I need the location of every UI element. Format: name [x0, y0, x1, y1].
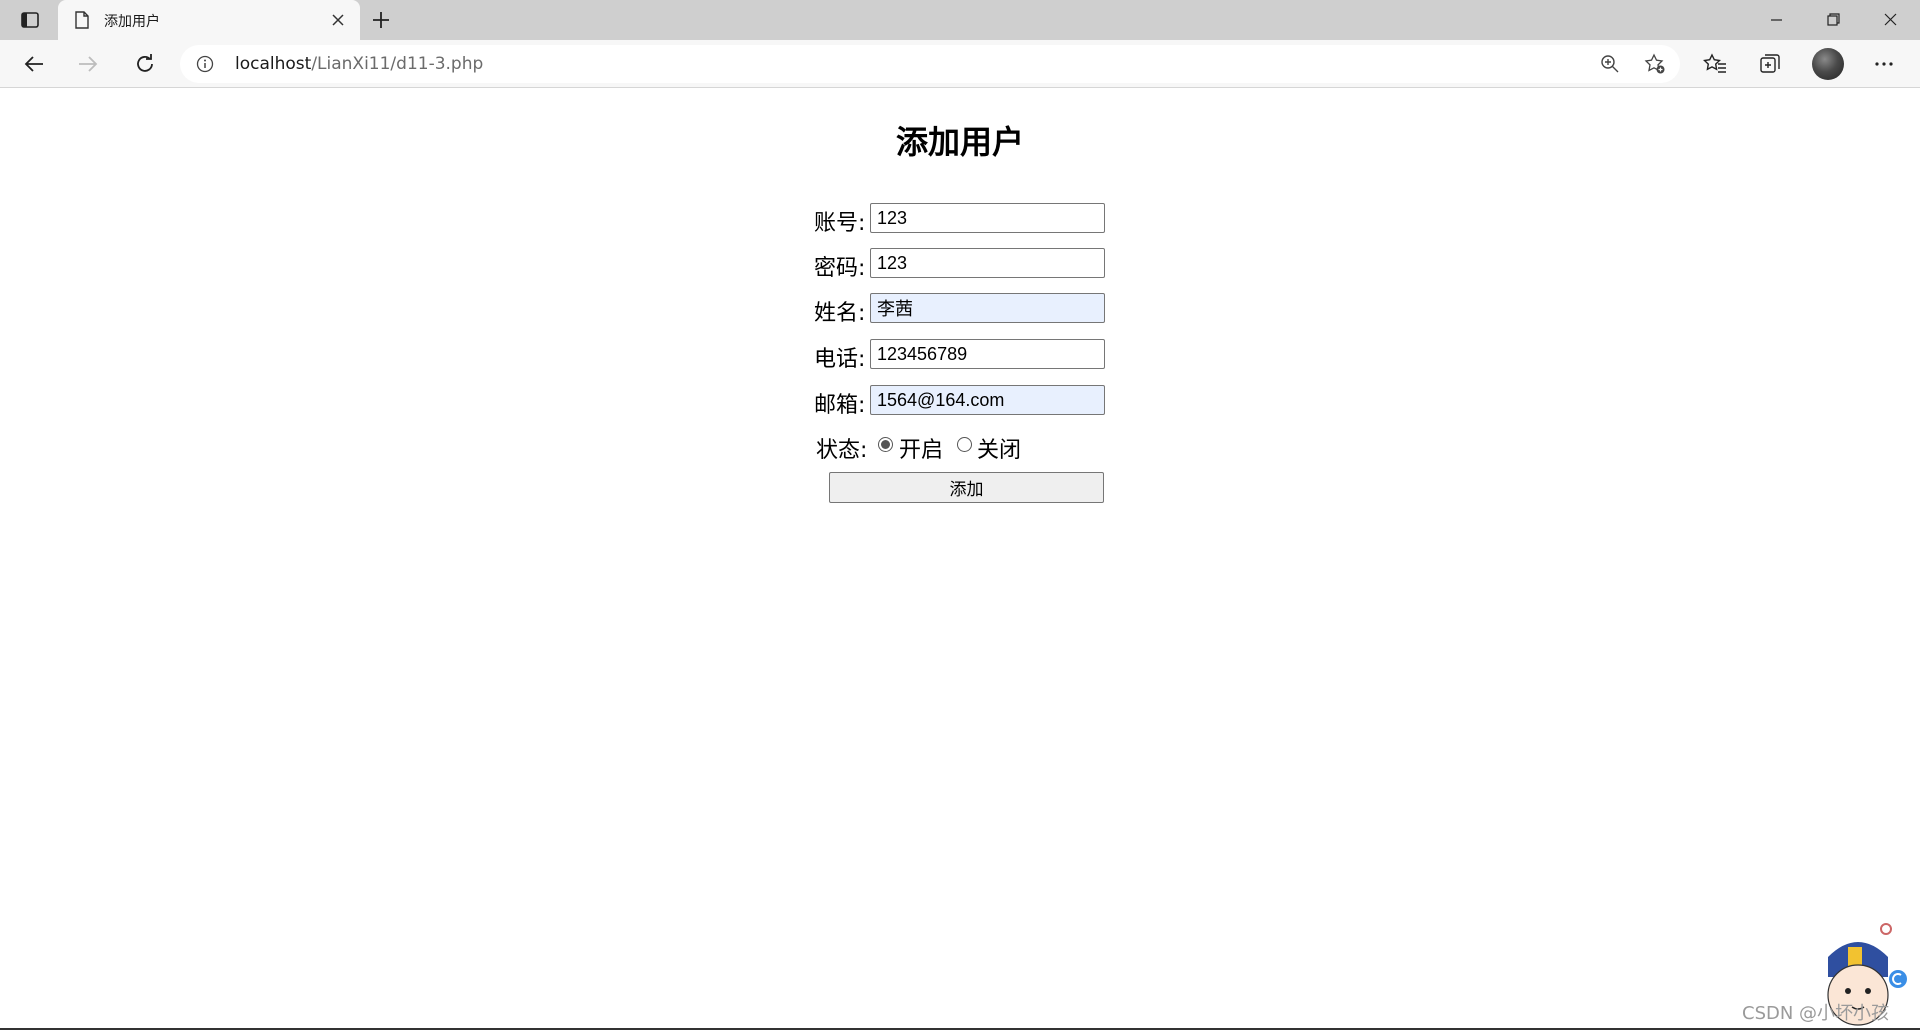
tab-actions-icon[interactable]: [14, 6, 46, 34]
status-label: 状态:: [816, 438, 868, 463]
password-label: 密码:: [814, 256, 866, 281]
name-input[interactable]: [870, 293, 1105, 323]
info-icon[interactable]: [196, 55, 214, 73]
star-plus-icon[interactable]: [1644, 53, 1666, 75]
zoom-in-icon[interactable]: [1600, 54, 1620, 74]
url-host: localhost: [235, 54, 312, 74]
status-open-radio[interactable]: [878, 437, 893, 452]
password-row: 密码:: [800, 246, 1120, 281]
plus-icon[interactable]: [368, 7, 394, 33]
phone-row: 电话:: [800, 337, 1120, 372]
email-row: 邮箱:: [800, 383, 1120, 418]
window-close-icon[interactable]: [1870, 6, 1910, 34]
ellipsis-icon[interactable]: [1872, 52, 1896, 76]
status-row: 状态: 开启 关闭: [800, 428, 1120, 463]
arrow-left-icon[interactable]: [18, 48, 50, 80]
account-input[interactable]: [870, 203, 1105, 233]
phone-label: 电话:: [814, 347, 866, 372]
favorites-icon[interactable]: [1703, 52, 1727, 76]
restore-icon[interactable]: [1813, 6, 1853, 34]
url-path: /LianXi11/d11-3.php: [311, 54, 484, 74]
browser-tab[interactable]: 添加用户: [58, 0, 360, 40]
status-close-radio[interactable]: [957, 437, 972, 452]
add-button[interactable]: 添加: [829, 472, 1104, 503]
collections-icon[interactable]: [1758, 52, 1782, 76]
arrow-right-icon[interactable]: [72, 48, 104, 80]
status-close-label[interactable]: 关闭: [977, 432, 1021, 464]
reload-icon[interactable]: [129, 48, 161, 80]
address-bar[interactable]: localhost/LianXi11/d11-3.php: [180, 45, 1680, 83]
tab-strip: 添加用户: [0, 0, 1920, 40]
account-row: 账号:: [800, 201, 1120, 236]
password-input[interactable]: [870, 248, 1105, 278]
watermark: CSDN @小坏小孩: [1742, 1003, 1890, 1024]
page-title: 添加用户: [895, 123, 1024, 161]
status-open-label[interactable]: 开启: [899, 432, 943, 464]
tab-title: 添加用户: [104, 14, 160, 30]
document-icon: [75, 11, 89, 29]
account-label: 账号:: [814, 211, 866, 236]
phone-input[interactable]: [870, 339, 1105, 369]
email-input[interactable]: [870, 385, 1105, 415]
browser-toolbar: localhost/LianXi11/d11-3.php: [0, 40, 1920, 88]
url-text[interactable]: localhost/LianXi11/d11-3.php: [235, 54, 483, 74]
name-row: 姓名:: [800, 291, 1120, 326]
name-label: 姓名:: [814, 301, 866, 326]
email-label: 邮箱:: [814, 393, 866, 418]
close-icon[interactable]: [328, 10, 348, 30]
minimize-icon[interactable]: [1756, 6, 1796, 34]
page-content: 添加用户 账号: 密码: 姓名: 电话: 邮箱: 状态: 开启 关闭 添加: [0, 89, 1920, 1030]
profile-avatar[interactable]: [1812, 48, 1844, 80]
